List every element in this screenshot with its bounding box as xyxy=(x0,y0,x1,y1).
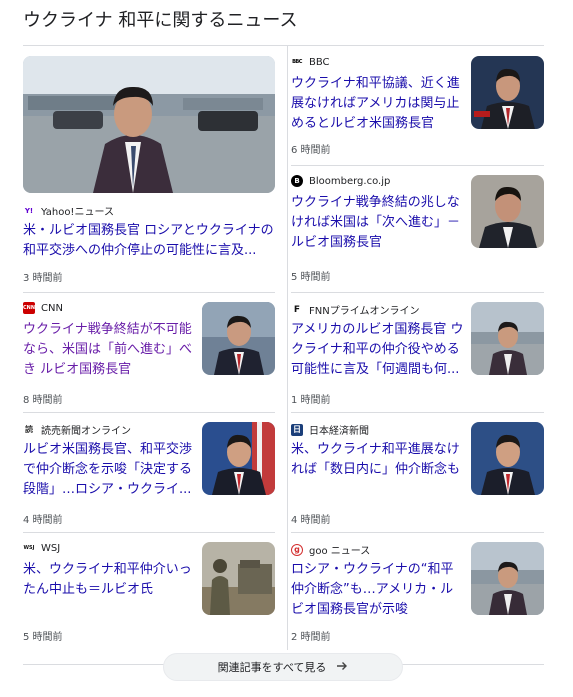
article-thumbnail xyxy=(202,542,275,615)
bloomberg-logo-icon: B xyxy=(291,175,303,187)
source-label: B Bloomberg.co.jp xyxy=(291,175,390,187)
article-thumbnail xyxy=(202,422,275,495)
column-divider xyxy=(287,46,288,650)
source-label: BBC BBC xyxy=(291,56,330,68)
news-card-yahoo[interactable]: Y! Yahoo!ニュース 米・ルビオ国務長官 ロシアとウクライナの和平交渉への… xyxy=(23,56,275,286)
timestamp: 6 時間前 xyxy=(291,145,331,156)
divider xyxy=(291,165,544,166)
yahoo-logo-icon: Y! xyxy=(23,204,35,217)
news-card-bbc[interactable]: BBC BBC ウクライナ和平協議、近く進展なければアメリカは関与止めるとルビオ… xyxy=(291,56,544,159)
timestamp: 4 時間前 xyxy=(291,515,331,526)
divider xyxy=(23,292,275,293)
timestamp: 3 時間前 xyxy=(23,273,63,284)
fnn-logo-icon: F xyxy=(291,303,303,316)
see-all-label: 関連記事をすべて見る xyxy=(217,661,327,674)
news-card-yomiuri[interactable]: 読 読売新聞オンライン ルビオ米国務長官、和平交渉で仲介断念を示唆「決定する段階… xyxy=(23,422,275,526)
divider xyxy=(23,532,275,533)
divider xyxy=(291,412,544,413)
news-card-nikkei[interactable]: 日 日本経済新聞 米、ウクライナ和平進展なければ「数日内に」仲介断念も 4 時間… xyxy=(291,422,544,526)
divider xyxy=(291,292,544,293)
article-title[interactable]: ウクライナ戦争終結が不可能なら、米国は「前へ進む」べき ルビオ国務長官 xyxy=(23,320,195,380)
timestamp: 4 時間前 xyxy=(23,515,63,526)
bbc-logo-icon: BBC xyxy=(291,56,303,68)
article-title[interactable]: 米・ルビオ国務長官 ロシアとウクライナの和平交渉への仲介停止の可能性に言及... xyxy=(23,221,275,261)
article-title[interactable]: 米、ウクライナ和平進展なければ「数日内に」仲介断念も xyxy=(291,440,466,500)
article-thumbnail xyxy=(202,302,275,375)
news-card-goo[interactable]: g goo ニュース ロシア・ウクライナの“和平仲介断念”も…アメリカ・ルビオ国… xyxy=(291,542,544,646)
source-label: CNN CNN xyxy=(22,302,63,314)
source-label: Y! Yahoo!ニュース xyxy=(23,204,114,218)
nikkei-logo-icon: 日 xyxy=(291,423,303,436)
cnn-logo-icon: CNN xyxy=(23,302,35,314)
article-title[interactable]: 米、ウクライナ和平仲介いったん中止も＝ルビオ氏 xyxy=(23,560,195,620)
news-card-fnn[interactable]: F FNNプライムオンライン アメリカのルビオ国務長官 ウクライナ和平の仲介役や… xyxy=(291,302,544,406)
divider xyxy=(291,532,544,533)
divider xyxy=(23,412,275,413)
wsj-logo-icon: WSJ xyxy=(23,542,35,554)
arrow-right-icon xyxy=(336,660,348,675)
news-panel: ウクライナ 和平に関するニュース Y! Yahoo!ニュース 米・ルビオ国務長官… xyxy=(23,0,544,697)
news-card-bloomberg[interactable]: B Bloomberg.co.jp ウクライナ戦争終結の兆しなければ米国は「次へ… xyxy=(291,175,544,285)
yomiuri-logo-icon: 読 xyxy=(23,423,35,436)
article-thumbnail xyxy=(23,56,275,193)
source-label: 日 日本経済新聞 xyxy=(291,423,369,437)
article-title[interactable]: アメリカのルビオ国務長官 ウクライナ和平の仲介役やめる可能性に言及「何週間も何.… xyxy=(291,320,466,380)
article-thumbnail xyxy=(471,422,544,495)
article-thumbnail xyxy=(471,302,544,375)
source-label: WSJ WSJ xyxy=(23,542,61,554)
article-thumbnail xyxy=(471,175,544,248)
article-thumbnail xyxy=(471,542,544,615)
timestamp: 2 時間前 xyxy=(291,632,331,643)
article-title[interactable]: ルビオ米国務長官、和平交渉で仲介断念を示唆「決定する段階」…ロシア・ウクライ..… xyxy=(23,440,195,500)
timestamp: 5 時間前 xyxy=(23,632,63,643)
article-thumbnail xyxy=(471,56,544,129)
source-label: 読 読売新聞オンライン xyxy=(23,423,131,437)
article-title[interactable]: ウクライナ和平協議、近く進展なければアメリカは関与止めるとルビオ米国務長官 xyxy=(291,74,466,134)
section-heading: ウクライナ 和平に関するニュース xyxy=(23,10,298,31)
source-label: F FNNプライムオンライン xyxy=(291,302,420,317)
timestamp: 1 時間前 xyxy=(291,395,331,406)
article-title[interactable]: ロシア・ウクライナの“和平仲介断念”も…アメリカ・ルビオ国務長官が示唆 xyxy=(291,560,466,620)
news-card-wsj[interactable]: WSJ WSJ 米、ウクライナ和平仲介いったん中止も＝ルビオ氏 5 時間前 xyxy=(23,542,275,646)
goo-logo-icon: g xyxy=(291,543,303,556)
divider xyxy=(23,45,544,46)
timestamp: 5 時間前 xyxy=(291,272,331,283)
timestamp: 8 時間前 xyxy=(23,395,63,406)
see-all-articles-button[interactable]: 関連記事をすべて見る xyxy=(163,653,403,681)
article-title[interactable]: ウクライナ戦争終結の兆しなければ米国は「次へ進む」－ルビオ国務長官 xyxy=(291,193,466,253)
news-card-cnn[interactable]: CNN CNN ウクライナ戦争終結が不可能なら、米国は「前へ進む」べき ルビオ国… xyxy=(23,302,275,406)
source-label: g goo ニュース xyxy=(291,542,370,557)
